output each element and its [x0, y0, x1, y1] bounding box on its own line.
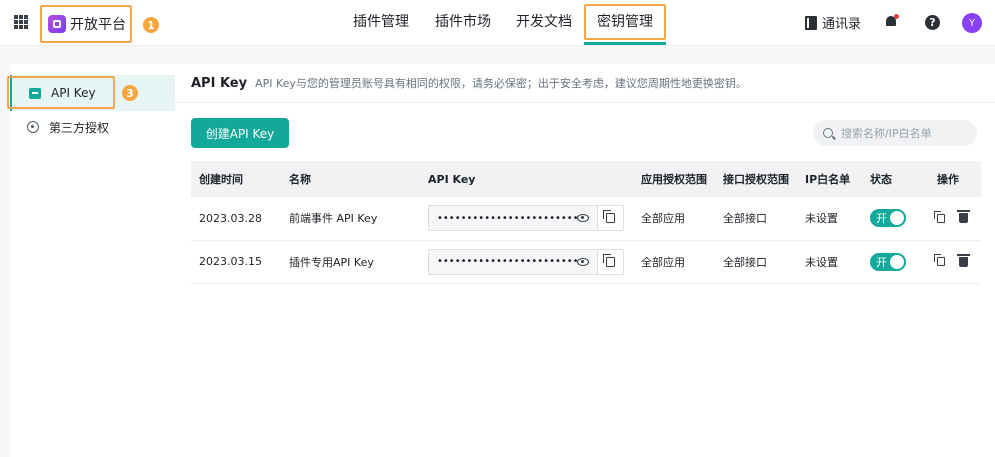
trash-icon[interactable] [957, 210, 970, 224]
copy-icon [603, 210, 615, 224]
column-header: 应用授权范围 [641, 173, 707, 186]
sidebar-highlight-frame [7, 76, 115, 109]
app-grid-icon[interactable] [14, 15, 28, 29]
status-cell: 开 [862, 197, 929, 240]
created-time-cell: 2023.03.28 [199, 211, 262, 225]
nav-plugin-market[interactable]: 插件市场 [435, 0, 491, 44]
copy-key-button[interactable] [597, 249, 623, 274]
ip-whitelist-cell: 未设置 [805, 255, 838, 269]
gear-icon [27, 121, 39, 133]
page-title: API Key [191, 75, 248, 91]
eye-icon[interactable] [577, 214, 589, 223]
api-key-field: ••••••••••••••••••••••••••••••... [428, 205, 624, 232]
api-scope-cell: 全部接口 [723, 212, 767, 226]
api-key-cell: ••••••••••••••••••••••••••••••... [420, 197, 633, 240]
contacts-label: 通讯录 [822, 17, 862, 32]
table-header-row: 创建时间 名称 API Key 应用授权范围 接口授权范围 IP白名单 状态 操… [191, 161, 981, 197]
column-header: 名称 [289, 173, 311, 186]
status-cell: 开 [862, 240, 929, 283]
help-icon[interactable]: ? [925, 15, 940, 30]
sidebar-item-third-party-auth[interactable]: 第三方授权 [10, 109, 175, 145]
copy-icon [603, 253, 615, 267]
created-time-cell: 2023.03.15 [199, 255, 262, 268]
nav-plugin-manage[interactable]: 插件管理 [353, 0, 409, 44]
main-panel: API Key API Key与您的管理员账号具有相同的权限，请务必保密；出于安… [175, 64, 995, 457]
toggle-label: 开 [876, 212, 887, 226]
column-header: 操作 [937, 173, 959, 186]
nav-active-underline [584, 42, 666, 45]
table-row: 2023.03.15 插件专用API Key •••••••••••••••••… [191, 240, 981, 283]
api-key-field: ••••••••••••••••••••••••••••••... [428, 248, 624, 275]
brand-logo-button[interactable]: 开放平台 [40, 5, 132, 43]
notification-bell-icon[interactable] [885, 14, 899, 28]
sidebar: API Key 第三方授权 [10, 64, 175, 457]
toggle-label: 开 [876, 255, 887, 269]
column-header: IP白名单 [805, 173, 851, 186]
trash-icon[interactable] [957, 253, 970, 267]
sidebar-item-label: 第三方授权 [49, 120, 110, 135]
step-badge-3: 3 [122, 85, 138, 101]
status-toggle[interactable]: 开 [870, 252, 906, 271]
contacts-book-icon [805, 15, 817, 30]
nav-dev-docs[interactable]: 开发文档 [516, 0, 572, 44]
actions-cell [929, 197, 981, 240]
api-key-table: 创建时间 名称 API Key 应用授权范围 接口授权范围 IP白名单 状态 操… [191, 161, 981, 284]
column-header: API Key [428, 172, 476, 186]
copy-key-button[interactable] [597, 206, 623, 231]
top-bar: 开放平台 1 插件管理 插件市场 开发文档 密钥管理 2 通讯录 ? Y [0, 0, 995, 66]
notification-dot [894, 14, 899, 19]
api-key-masked: ••••••••••••••••••••••••••••••... [437, 212, 577, 224]
copy-icon[interactable] [934, 254, 945, 266]
brand-title: 开放平台 [70, 17, 126, 33]
search-icon [823, 128, 833, 138]
platform-logo-icon [48, 15, 66, 33]
actions-cell [929, 240, 981, 283]
name-cell: 前端事件 API Key [289, 212, 378, 226]
user-avatar[interactable]: Y [962, 13, 982, 33]
app-scope-cell: 全部应用 [641, 212, 685, 226]
column-header: 创建时间 [199, 173, 243, 186]
api-key-masked: ••••••••••••••••••••••••••••••... [437, 256, 577, 267]
contacts-button[interactable]: 通讯录 [805, 13, 861, 32]
name-cell: 插件专用API Key [289, 255, 374, 269]
copy-icon[interactable] [934, 210, 945, 223]
eye-icon[interactable] [577, 257, 589, 266]
page-description: API Key与您的管理员账号具有相同的权限，请务必保密；出于安全考虑，建议您周… [255, 77, 747, 90]
status-toggle[interactable]: 开 [870, 209, 906, 228]
api-scope-cell: 全部接口 [723, 255, 767, 269]
page-header: API Key API Key与您的管理员账号具有相同的权限，请务必保密；出于安… [175, 64, 995, 103]
nav-key-manage[interactable]: 密钥管理 [584, 4, 666, 40]
search-input[interactable] [841, 126, 971, 140]
search-box[interactable] [813, 120, 977, 146]
api-key-cell: ••••••••••••••••••••••••••••••... [420, 240, 633, 283]
app-scope-cell: 全部应用 [641, 255, 685, 269]
column-header: 接口授权范围 [723, 173, 789, 186]
ip-whitelist-cell: 未设置 [805, 212, 838, 226]
create-api-key-button[interactable]: 创建API Key [191, 118, 289, 148]
column-header: 状态 [870, 173, 892, 186]
table-row: 2023.03.28 前端事件 API Key ••••••••••••••••… [191, 197, 981, 240]
step-badge-1: 1 [143, 17, 159, 33]
